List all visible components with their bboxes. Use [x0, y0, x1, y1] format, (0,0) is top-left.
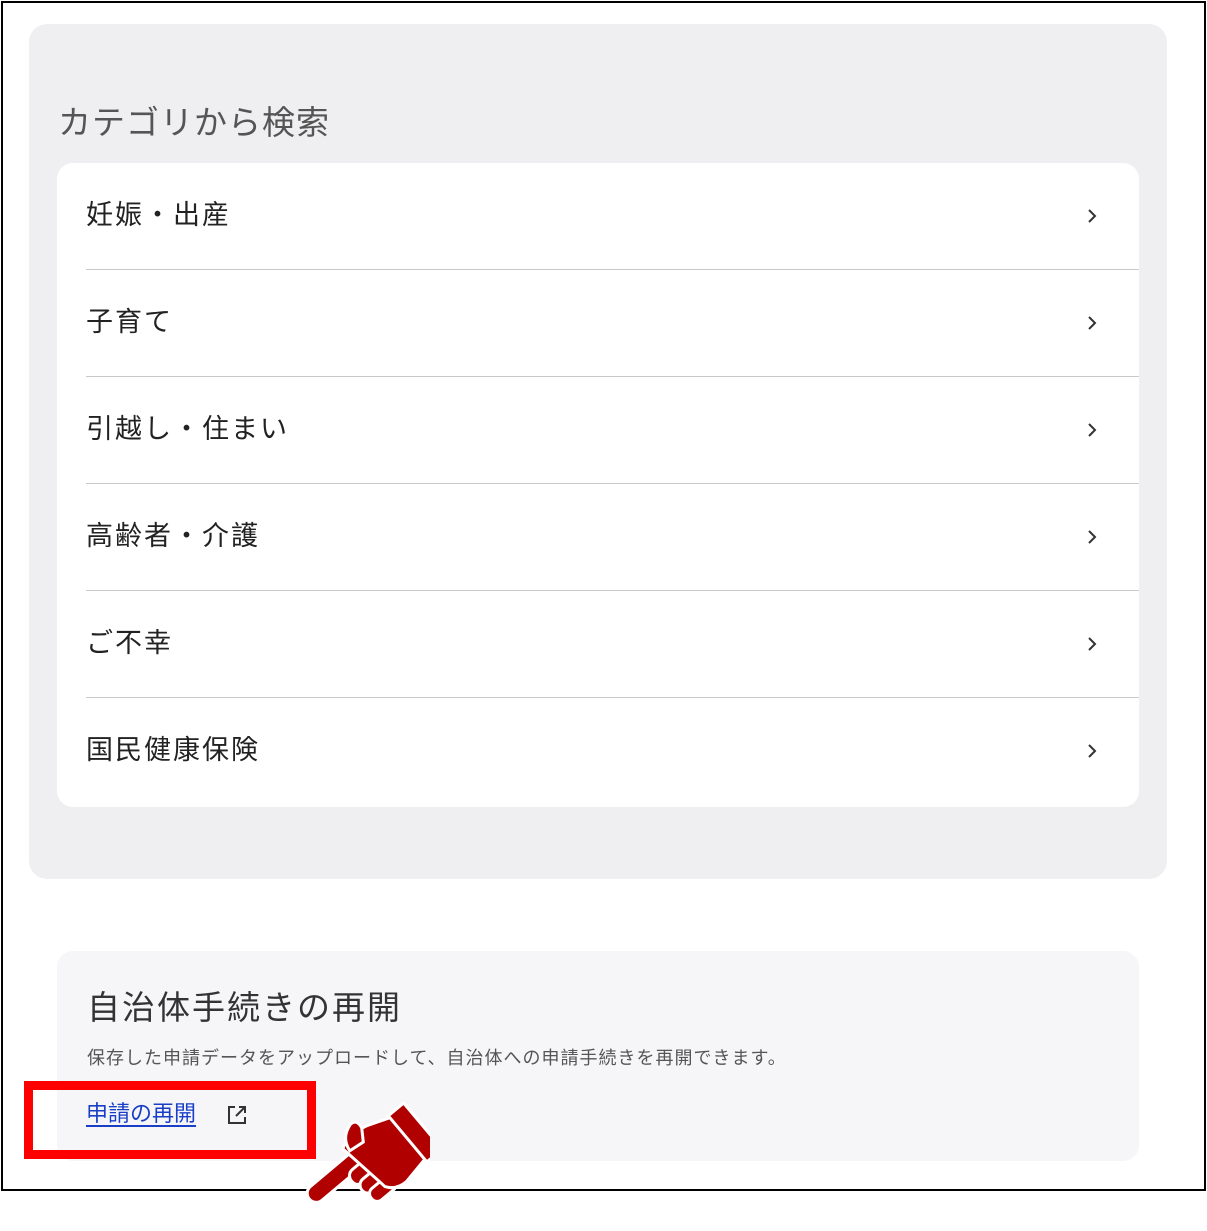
- category-list: 妊娠・出産 子育て 引越し・住まい 高齢者・介護 ご不幸 国民健康保険: [57, 163, 1139, 807]
- category-item-label: 国民健康保険: [86, 735, 260, 766]
- category-item-moving-housing[interactable]: 引越し・住まい: [86, 377, 1139, 484]
- category-item-label: 子育て: [86, 307, 173, 338]
- category-search-heading: カテゴリから検索: [58, 103, 330, 142]
- resume-procedure-description: 保存した申請データをアップロードして、自治体への申請手続きを再開できます。: [87, 1048, 787, 1069]
- category-item-label: ご不幸: [86, 628, 173, 659]
- category-item-national-health-insurance[interactable]: 国民健康保険: [86, 698, 1139, 805]
- resume-procedure-heading: 自治体手続きの再開: [87, 988, 402, 1027]
- chevron-right-icon: [1088, 530, 1097, 544]
- chevron-right-icon: [1088, 637, 1097, 651]
- category-item-elderly-care[interactable]: 高齢者・介護: [86, 484, 1139, 591]
- category-item-label: 引越し・住まい: [86, 414, 289, 445]
- chevron-right-icon: [1088, 316, 1097, 330]
- category-item-childcare[interactable]: 子育て: [86, 270, 1139, 377]
- category-item-bereavement[interactable]: ご不幸: [86, 591, 1139, 698]
- chevron-right-icon: [1088, 744, 1097, 758]
- highlight-box-annotation: [24, 1081, 316, 1159]
- chevron-right-icon: [1088, 209, 1097, 223]
- chevron-right-icon: [1088, 423, 1097, 437]
- category-item-label: 高齢者・介護: [86, 521, 260, 552]
- pointing-hand-icon: [305, 1100, 430, 1204]
- category-item-label: 妊娠・出産: [86, 200, 231, 231]
- category-item-pregnancy-birth[interactable]: 妊娠・出産: [86, 163, 1139, 270]
